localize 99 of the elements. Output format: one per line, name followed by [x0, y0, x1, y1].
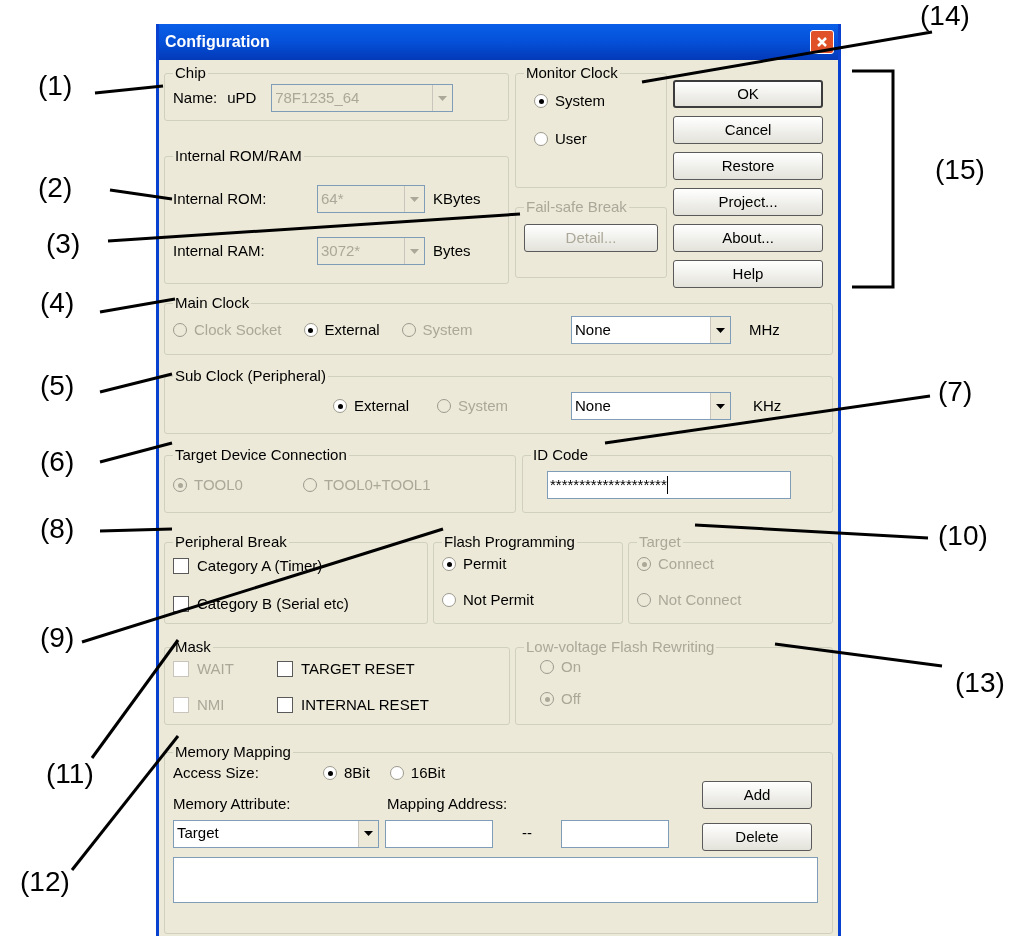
radio-label: Permit — [463, 553, 507, 574]
checkbox-label: NMI — [197, 694, 225, 715]
group-title: Peripheral Break — [174, 533, 288, 551]
callout-label: (14) — [920, 0, 970, 32]
radio-button[interactable] — [534, 94, 548, 108]
checkbox-label: WAIT — [197, 658, 234, 679]
dropdown[interactable]: Target — [173, 819, 379, 848]
group-title: Main Clock — [174, 294, 251, 312]
address-field[interactable] — [561, 819, 669, 848]
radio-label: Off — [561, 688, 581, 709]
unit-label: KBytes — [433, 188, 481, 209]
callout-label: (15) — [935, 154, 985, 186]
group-title: Low-voltage Flash Rewriting — [525, 638, 716, 656]
callout-label: (6) — [40, 446, 75, 478]
group-title: Monitor Clock — [525, 64, 619, 82]
caret-icon — [716, 403, 725, 409]
group-title: Chip — [174, 64, 207, 82]
address-field[interactable] — [385, 819, 493, 848]
radio-button[interactable] — [442, 593, 456, 607]
callout-label: (7) — [938, 376, 973, 408]
radio-button[interactable] — [389, 766, 404, 780]
caret-icon — [410, 248, 419, 254]
group-title: Mask — [174, 638, 212, 656]
callout-label: (3) — [46, 228, 81, 260]
field-label: Access Size: — [173, 762, 260, 783]
close-icon — [816, 36, 828, 48]
checkbox-label: INTERNAL RESET — [301, 694, 429, 715]
callout-label: (8) — [40, 513, 75, 545]
field-label: Memory Attribute: — [173, 794, 292, 814]
radio-label: On — [561, 656, 581, 677]
range-separator: -- — [521, 823, 533, 844]
callout-label: (2) — [38, 172, 73, 204]
checkbox-label: Category B (Serial etc) — [197, 593, 349, 614]
radio-label: System — [555, 90, 605, 111]
push-button[interactable]: Cancel — [673, 116, 823, 144]
radio-label: Clock Socket — [194, 319, 282, 340]
leader-line — [109, 188, 173, 201]
field-label: uPD — [227, 87, 258, 108]
radio-button[interactable] — [333, 399, 347, 413]
checkbox[interactable] — [277, 661, 293, 677]
window-title: Configuration — [165, 32, 270, 52]
unit-label: MHz — [749, 319, 780, 340]
push-button[interactable]: Project... — [673, 188, 823, 216]
radio-label: Not Permit — [463, 589, 534, 610]
push-button[interactable]: Delete — [702, 823, 812, 851]
push-button[interactable]: Restore — [673, 152, 823, 180]
group-title: Memory Mapping — [174, 743, 292, 761]
field-label: Name: — [173, 87, 218, 108]
dropdown[interactable]: None — [571, 392, 731, 420]
group-title: Flash Programming — [443, 533, 576, 551]
group-title: ID Code — [532, 446, 590, 464]
radio-label: TOOL0+TOOL1 — [323, 474, 431, 495]
unit-label: Bytes — [433, 240, 471, 261]
callout-label: (1) — [38, 70, 73, 102]
leader-line — [94, 84, 164, 95]
dropdown[interactable]: None — [571, 316, 731, 344]
radio-label: 8Bit — [344, 762, 370, 783]
caret-icon — [438, 95, 448, 101]
push-button[interactable]: Help — [673, 260, 823, 288]
unit-label: KHz — [753, 395, 782, 416]
radio-label: TOOL0 — [194, 474, 243, 495]
callout-label: (10) — [938, 520, 988, 552]
group-title: Internal ROM/RAM — [174, 147, 303, 165]
radio-label: Connect — [658, 553, 714, 574]
mapping-list[interactable] — [173, 857, 818, 903]
group-title: Target — [638, 533, 682, 551]
group-title: Target Device Connection — [174, 446, 348, 464]
callout-label: (9) — [40, 622, 75, 654]
group-title: Fail-safe Break — [525, 198, 628, 216]
radio-label: User — [555, 128, 587, 149]
push-button[interactable]: OK — [673, 80, 823, 108]
radio-button[interactable] — [303, 323, 318, 337]
caret-icon — [410, 196, 419, 202]
checkbox[interactable] — [277, 697, 293, 713]
radio-label: Not Connect — [658, 589, 742, 610]
caret-icon — [716, 327, 725, 333]
checkbox-label: TARGET RESET — [301, 658, 415, 679]
callout-label: (5) — [40, 370, 75, 402]
group-title: Sub Clock (Peripheral) — [174, 367, 327, 385]
field-label: Mapping Address: — [387, 794, 508, 814]
id-code-field[interactable]: ******************** — [547, 471, 791, 499]
caret-icon — [364, 831, 373, 836]
checkbox[interactable] — [173, 558, 189, 574]
callout-label: (11) — [46, 758, 94, 790]
radio-button[interactable] — [323, 766, 337, 780]
callout-label: (13) — [955, 667, 1005, 699]
radio-button[interactable] — [534, 132, 548, 146]
callout-label: (12) — [20, 866, 70, 898]
field-label: Internal ROM: — [173, 188, 268, 209]
radio-label: 16Bit — [410, 762, 446, 783]
radio-label: External — [324, 319, 380, 340]
field-label: Internal RAM: — [173, 240, 266, 261]
push-button[interactable]: Add — [702, 781, 812, 809]
radio-button[interactable] — [442, 557, 456, 571]
radio-label: External — [354, 395, 410, 416]
radio-label: System — [458, 395, 509, 416]
push-button[interactable]: About... — [673, 224, 823, 252]
callout-label: (4) — [40, 287, 75, 319]
radio-label: System — [422, 319, 473, 340]
